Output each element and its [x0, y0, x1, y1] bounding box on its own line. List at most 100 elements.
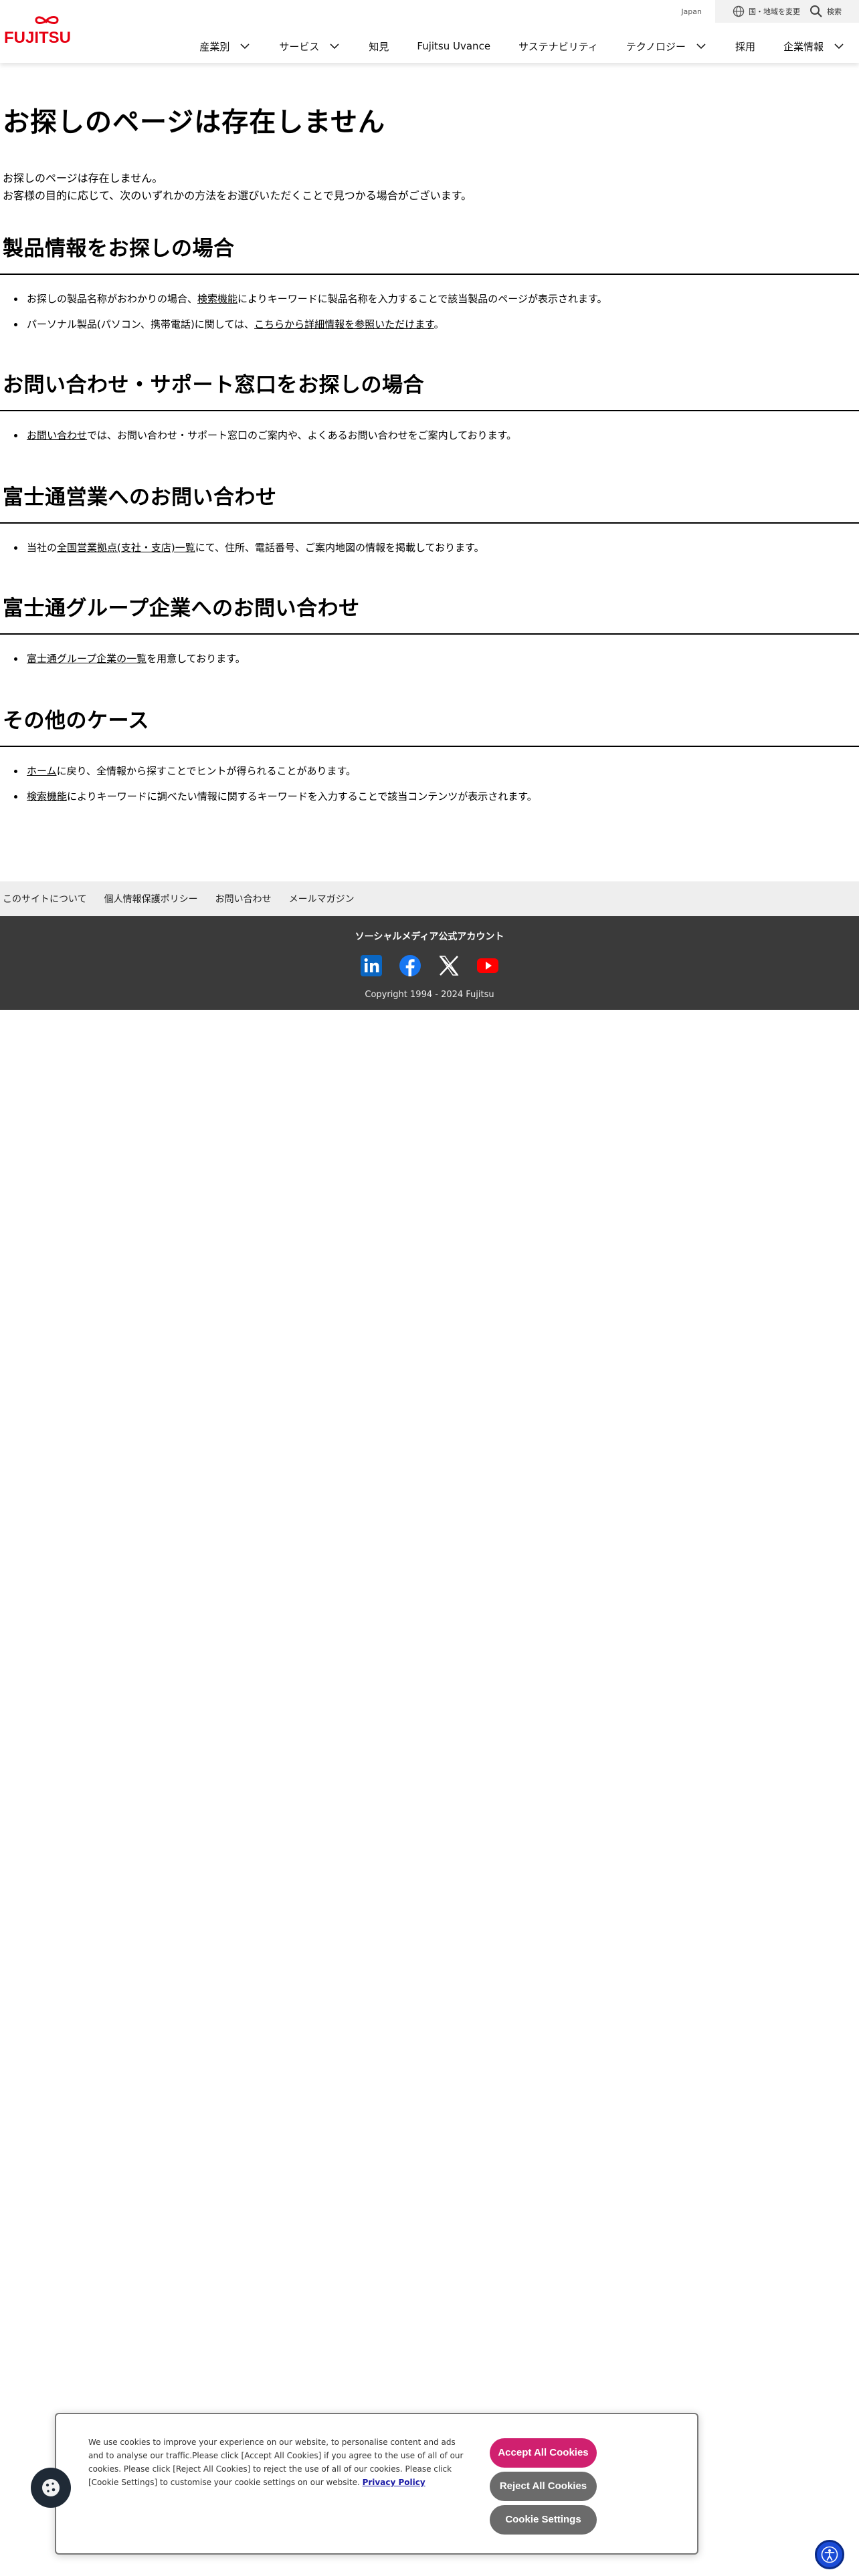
change-region-button[interactable]: 国・地域を変更 [733, 5, 800, 17]
search-icon [810, 5, 822, 17]
item-text: では、お問い合わせ・サポート窓口のご案内や、よくあるお問い合わせをご案内しており… [87, 429, 517, 441]
globe-icon [733, 5, 745, 17]
chevron-down-icon [240, 43, 250, 49]
nav-item-label: サステナビリティ [518, 40, 598, 53]
item-text: によりキーワードに製品名称を入力することで該当製品のページが表示されます。 [237, 293, 607, 305]
youtube-icon[interactable] [476, 954, 500, 978]
search-label: 検索 [827, 7, 842, 16]
footer-link[interactable]: 個人情報保護ポリシー [104, 892, 198, 905]
cookie-icon [42, 2479, 60, 2496]
footer-link[interactable]: メールマガジン [289, 892, 355, 905]
item-text: に戻り、全情報から探すことでヒントが得られることがあります。 [56, 765, 357, 777]
footer-bottom: ソーシャルメディア公式アカウント Copyright 1994 - 2024 F… [0, 916, 859, 1010]
section-divider [0, 746, 859, 747]
facebook-icon[interactable] [398, 954, 422, 978]
copyright: Copyright 1994 - 2024 Fujitsu [365, 990, 494, 1000]
cookie-text: We use cookies to improve your experienc… [88, 2436, 467, 2489]
chevron-down-icon [330, 43, 339, 49]
item-text: 。 [434, 318, 444, 330]
item-text: お探しの製品名称がおわかりの場合、 [27, 293, 198, 305]
item-link[interactable]: 検索機能 [27, 790, 67, 802]
nav-item[interactable]: 知見 [355, 35, 403, 58]
item-link[interactable]: こちらから詳細情報を参照いただけます [254, 318, 434, 330]
main-navigation: 産業別 サービス 知見 Fujitsu Uvance サステナビリティ テクノロジー 採用 企… [185, 35, 859, 58]
footer-links: このサイトについて 個人情報保護ポリシー お問い合わせ メールマガジン [0, 881, 859, 916]
nav-item-label: サービス [279, 40, 320, 53]
section-list: お探しの製品名称がおわかりの場合、検索機能によりキーワードに製品名称を入力するこ… [0, 291, 859, 332]
item-link[interactable]: 検索機能 [197, 293, 237, 305]
nav-item-label: 知見 [369, 40, 389, 53]
chevron-down-icon [696, 43, 706, 49]
section-heading: 富士通グループ企業へのお問い合わせ [3, 597, 360, 621]
section-list: 富士通グループ企業の一覧を用意しております。 [0, 651, 859, 667]
nav-item-label: 採用 [735, 40, 755, 53]
section-divider [0, 522, 859, 524]
item-link[interactable]: お問い合わせ [27, 429, 87, 441]
utility-box: 国・地域を変更 検索 [715, 0, 859, 23]
list-item: お探しの製品名称がおわかりの場合、検索機能によりキーワードに製品名称を入力するこ… [14, 291, 859, 307]
list-item: 富士通グループ企業の一覧を用意しております。 [14, 651, 859, 667]
nav-item[interactable]: 採用 [721, 35, 769, 58]
nav-item-label: 企業情報 [783, 40, 824, 53]
privacy-policy-link[interactable]: Privacy Policy [363, 2478, 425, 2487]
list-item: 検索機能によりキーワードに調べたい情報に関するキーワードを入力することで該当コン… [14, 788, 859, 804]
svg-text:FUJITSU: FUJITSU [4, 29, 71, 47]
nav-item[interactable]: サステナビリティ [504, 35, 612, 58]
fujitsu-logo[interactable]: FUJITSU [3, 12, 72, 47]
item-text: 当社の [27, 542, 58, 554]
section-list: お問い合わせでは、お問い合わせ・サポート窓口のご案内や、よくあるお問い合わせをご… [0, 427, 859, 443]
section-heading: その他のケース [3, 709, 149, 733]
nav-item[interactable]: Fujitsu Uvance [403, 35, 504, 58]
footer-link[interactable]: このサイトについて [3, 892, 87, 905]
nav-item[interactable]: 企業情報 [769, 35, 859, 58]
list-item: 当社の全国営業拠点(支社・支店)一覧にて、住所、電話番号、ご案内地図の情報を掲載… [14, 540, 859, 556]
section-heading: お問い合わせ・サポート窓口をお探しの場合 [3, 373, 424, 397]
cookie-preferences-button[interactable] [31, 2468, 71, 2508]
help-section: お問い合わせ・サポート窓口をお探しの場合お問い合わせでは、お問い合わせ・サポート… [0, 368, 859, 453]
accessibility-icon [821, 2546, 838, 2563]
help-section: 富士通営業へのお問い合わせ当社の全国営業拠点(支社・支店)一覧にて、住所、電話番… [0, 480, 859, 565]
accessibility-button[interactable] [815, 2540, 844, 2569]
reject-all-cookies-button[interactable]: Reject All Cookies [490, 2472, 597, 2501]
help-section: 製品情報をお探しの場合お探しの製品名称がおわかりの場合、検索機能によりキーワード… [0, 231, 859, 342]
section-heading: 富士通営業へのお問い合わせ [3, 486, 277, 510]
item-text: にて、住所、電話番号、ご案内地図の情報を掲載しております。 [195, 542, 484, 554]
linkedin-icon[interactable] [359, 954, 383, 978]
help-section: その他のケースホームに戻り、全情報から探すことでヒントが得られることがあります。… [0, 704, 859, 814]
help-section: 富士通グループ企業へのお問い合わせ富士通グループ企業の一覧を用意しております。 [0, 591, 859, 676]
section-divider [0, 410, 859, 411]
change-region-label: 国・地域を変更 [749, 7, 800, 16]
list-item: お問い合わせでは、お問い合わせ・サポート窓口のご案内や、よくあるお問い合わせをご… [14, 427, 859, 443]
list-item: パーソナル製品(パソコン、携帯電話)に関しては、こちらから詳細情報を参照いただけ… [14, 316, 859, 332]
x-icon[interactable] [437, 954, 461, 978]
utility-bar: Japan 国・地域を変更 検索 [681, 0, 859, 23]
page-title: お探しのページは存在しません [3, 107, 385, 138]
cookie-banner: We use cookies to improve your experienc… [55, 2413, 698, 2555]
nav-item[interactable]: 産業別 [185, 35, 265, 58]
section-heading: 製品情報をお探しの場合 [3, 237, 235, 261]
nav-item-label: 産業別 [199, 40, 230, 53]
chevron-down-icon [834, 43, 844, 49]
search-button[interactable]: 検索 [809, 5, 842, 18]
section-list: 当社の全国営業拠点(支社・支店)一覧にて、住所、電話番号、ご案内地図の情報を掲載… [0, 540, 859, 556]
nav-item[interactable]: テクノロジー [612, 35, 721, 58]
cookie-settings-button[interactable]: Cookie Settings [490, 2505, 597, 2535]
item-link[interactable]: 富士通グループ企業の一覧 [27, 653, 147, 665]
item-text: パーソナル製品(パソコン、携帯電話)に関しては、 [27, 318, 255, 330]
item-link[interactable]: ホーム [27, 765, 57, 777]
footer-link[interactable]: お問い合わせ [215, 892, 272, 905]
accept-all-cookies-button[interactable]: Accept All Cookies [490, 2438, 597, 2468]
section-list: ホームに戻り、全情報から探すことでヒントが得られることがあります。 検索機能により… [0, 763, 859, 804]
list-item: ホームに戻り、全情報から探すことでヒントが得られることがあります。 [14, 763, 859, 779]
nav-item-label: テクノロジー [626, 40, 686, 53]
site-header: FUJITSU Japan 国・地域を変更 検索 産業別 サービス 知見 Fuji [0, 0, 859, 63]
social-title: ソーシャルメディア公式アカウント [355, 932, 504, 942]
social-icons [0, 954, 859, 978]
item-text: によりキーワードに調べたい情報に関するキーワードを入力することで該当コンテンツが… [67, 790, 537, 802]
section-divider [0, 274, 859, 275]
nav-item-label: Fujitsu Uvance [417, 40, 491, 52]
nav-item[interactable]: サービス [265, 35, 355, 58]
item-link[interactable]: 全国営業拠点(支社・支店)一覧 [57, 542, 195, 554]
item-text: を用意しております。 [147, 653, 246, 665]
region-label: Japan [681, 7, 702, 16]
